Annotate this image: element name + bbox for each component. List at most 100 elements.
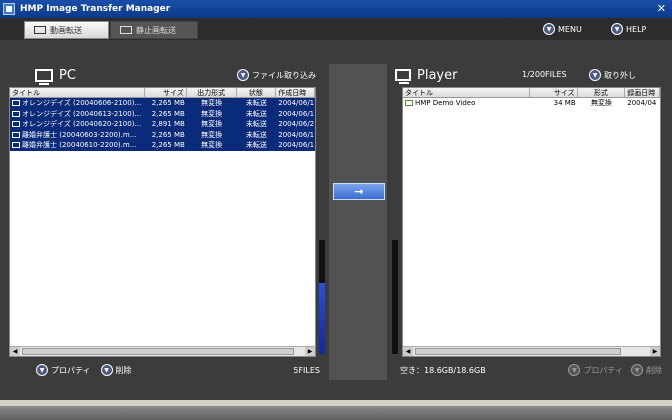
transfer-button[interactable]: → — [333, 183, 385, 200]
cell-size: 2,265 MB — [145, 98, 187, 109]
pc-pane-footer: ▼ プロパティ ▼ 削除 5FILES — [36, 359, 320, 381]
cell-status: 未転送 — [236, 119, 276, 130]
table-row[interactable]: オレンジデイズ (20040606-2100)... 2,265 MB 無変換 未転送… — [10, 98, 315, 109]
column-size[interactable]: サイズ — [145, 88, 187, 97]
cell-text: 2,265 MB — [151, 109, 185, 118]
cell-format: 無変換 — [187, 140, 237, 151]
player-horizontal-scrollbar[interactable]: ◀ ▶ — [403, 346, 660, 356]
close-icon[interactable]: ✕ — [657, 2, 666, 15]
table-row[interactable]: オレンジデイズ (20040613-2100)... 2,265 MB 無変換 未転送… — [10, 108, 315, 120]
table-row[interactable]: オレンジデイズ (20040620-2100)... 2,891 MB 無変換 未転送… — [10, 119, 315, 130]
remove-device-button[interactable]: ▼ 取り外し — [589, 69, 636, 81]
column-title[interactable]: タイトル — [403, 88, 530, 97]
cell-format: 無変換 — [578, 98, 626, 109]
column-status[interactable]: 状態 — [237, 88, 277, 97]
center-strip — [329, 64, 387, 380]
cell-title: 離婚弁護士 (20040610-2200).m... — [10, 140, 145, 151]
chevron-down-icon: ▼ — [611, 23, 623, 35]
import-file-label: ファイル取り込み — [252, 70, 316, 80]
import-file-button[interactable]: ▼ ファイル取り込み — [237, 69, 316, 81]
cell-text: 2004/06/1 — [278, 141, 315, 149]
cell-text: 無変換 — [201, 130, 223, 139]
video-icon — [34, 26, 46, 34]
player-delete-button[interactable]: ▼ 削除 — [631, 364, 662, 376]
cell-text: 2004/06/2 — [278, 120, 315, 128]
cell-text: 未転送 — [245, 109, 267, 118]
pc-file-list[interactable]: タイトル サイズ 出力形式 状態 作成日時 オレンジデイズ (20040606-… — [9, 87, 316, 357]
cell-text: オレンジデイズ (20040606-2100)... — [22, 99, 142, 107]
column-created[interactable]: 作成日時 — [276, 88, 315, 97]
player-properties-button[interactable]: ▼ プロパティ — [568, 364, 623, 376]
cell-status: 未転送 — [236, 109, 276, 120]
cell-format: 無変換 — [187, 130, 237, 141]
cell-size: 2,265 MB — [145, 140, 187, 151]
cell-text: 無変換 — [201, 141, 223, 149]
tab-label: 動画転送 — [50, 25, 82, 35]
scroll-right-icon[interactable]: ▶ — [305, 347, 315, 356]
cell-format: 無変換 — [187, 98, 237, 109]
cell-date: 2004/06/1 — [276, 98, 315, 109]
video-file-icon — [12, 121, 20, 127]
scroll-left-icon[interactable]: ◀ — [10, 347, 20, 356]
cell-title: 離婚弁護士 (20040603-2200).m... — [10, 130, 145, 141]
title-bar: HMP Image Transfer Manager ✕ — [0, 0, 672, 18]
column-size[interactable]: サイズ — [530, 88, 578, 97]
cell-text: 未転送 — [245, 141, 267, 149]
menu-button[interactable]: ▼ MENU — [543, 21, 582, 37]
player-capacity-meter — [392, 240, 398, 354]
player-list-header: タイトル サイズ 形式 録画日時 — [403, 88, 660, 98]
cell-text: 離婚弁護士 (20040610-2200).m... — [22, 141, 137, 149]
table-row[interactable]: 離婚弁護士 (20040610-2200).m... 2,265 MB 無変換 未転送… — [10, 140, 315, 151]
pc-file-count: 5FILES — [293, 365, 320, 375]
cell-text: 2,891 MB — [151, 120, 185, 128]
cell-size: 34 MB — [530, 98, 578, 109]
column-title[interactable]: タイトル — [10, 88, 146, 97]
column-format[interactable]: 形式 — [578, 88, 626, 97]
cell-text: 2004/06/1 — [278, 109, 315, 118]
chevron-down-icon: ▼ — [237, 69, 249, 81]
cell-size: 2,891 MB — [145, 119, 187, 130]
cell-title: オレンジデイズ (20040620-2100)... — [10, 119, 145, 130]
cell-date: 2004/06/1 — [276, 140, 315, 151]
player-pane-title: Player — [417, 67, 458, 83]
cell-title: HMP Demo Video — [403, 98, 530, 109]
help-button[interactable]: ▼ HELP — [611, 21, 646, 37]
player-pane-footer: 空き：18.6GB/18.6GB ▼ プロパティ ▼ 削除 — [400, 359, 662, 381]
pc-monitor-icon — [35, 68, 53, 85]
scroll-thumb[interactable] — [415, 348, 621, 355]
cell-text: HMP Demo Video — [415, 99, 476, 107]
scroll-left-icon[interactable]: ◀ — [403, 347, 413, 356]
cell-title: オレンジデイズ (20040606-2100)... — [10, 98, 145, 109]
free-space: 空き：18.6GB/18.6GB — [400, 365, 486, 375]
window-title: HMP Image Transfer Manager — [20, 4, 171, 14]
properties-label: プロパティ — [583, 365, 623, 375]
scroll-thumb[interactable] — [22, 348, 294, 355]
video-file-icon — [12, 131, 20, 138]
chevron-down-icon: ▼ — [631, 364, 643, 376]
help-label: HELP — [626, 24, 647, 34]
remove-label: 取り外し — [604, 70, 636, 80]
pc-properties-button[interactable]: ▼ プロパティ — [36, 364, 91, 376]
arrow-right-icon: → — [354, 185, 364, 198]
cell-text: 2004/06/1 — [278, 130, 315, 139]
cell-status: 未転送 — [236, 98, 276, 109]
column-output-format[interactable]: 出力形式 — [187, 88, 237, 97]
cell-date: 2004/04 — [625, 98, 660, 109]
pc-meter-fill — [319, 283, 325, 354]
player-file-list[interactable]: タイトル サイズ 形式 録画日時 HMP Demo Video 34 MB 無変換 2… — [402, 87, 661, 357]
player-file-count: 1/200FILES — [522, 70, 567, 79]
column-recorded[interactable]: 録画日時 — [625, 88, 660, 97]
chevron-down-icon: ▼ — [36, 364, 48, 376]
pc-horizontal-scrollbar[interactable]: ◀ ▶ — [10, 346, 315, 356]
cell-text: 未転送 — [245, 120, 267, 128]
cell-date: 2004/06/1 — [276, 130, 315, 141]
tab-video-transfer[interactable]: 動画転送 — [24, 21, 109, 39]
menu-label: MENU — [558, 24, 582, 34]
table-row[interactable]: HMP Demo Video 34 MB 無変換 2004/04 — [403, 98, 660, 109]
pc-delete-button[interactable]: ▼ 削除 — [100, 364, 132, 376]
table-row[interactable]: 離婚弁護士 (20040603-2200).m... 2,265 MB 無変換 未転送… — [10, 129, 315, 141]
cell-size: 2,265 MB — [145, 130, 187, 141]
scroll-right-icon[interactable]: ▶ — [650, 347, 660, 356]
pc-capacity-meter — [319, 240, 325, 354]
tab-still-image-transfer[interactable]: 静止画転送 — [110, 21, 198, 39]
